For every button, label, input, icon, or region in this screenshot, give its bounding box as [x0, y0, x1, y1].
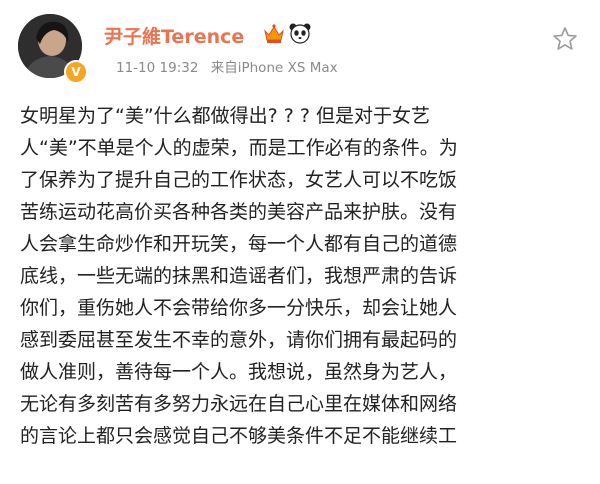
star-icon[interactable]	[552, 26, 578, 52]
post-body-line: 感到委屈甚至发生不幸的意外，请你们拥有最起码的	[20, 329, 458, 351]
post-body-line: 无论有多刻苦有多努力永远在自己心里在媒体和网络	[20, 393, 458, 415]
post-body-line: 了保养为了提升自己的工作状态，女艺人可以不吃饭	[20, 169, 458, 191]
verified-icon: V	[64, 60, 88, 84]
post-body-line: 人会拿生命炒作和开玩笑，每一个人都有自己的道德	[20, 233, 458, 255]
post-body-line: 苦练运动花高价买各种各类的美容产品来护肤。没有	[20, 201, 458, 223]
post-source: 来自iPhone XS Max	[210, 60, 338, 76]
panda-icon	[289, 23, 311, 44]
vip-crown-icon	[264, 24, 284, 43]
post-body-line: 底线，一些无端的抹黑和造谣者们，我想严肃的告诉	[20, 265, 458, 287]
post-body-line: 你们，重伤她人不会带给你多一分快乐，却会让她人	[20, 297, 458, 319]
post-body-line: 做人准则，善待每一个人。我想说，虽然身为艺人，	[20, 361, 458, 383]
weibo-post: V 尹子維Terence 11-10 19:32 来自iPhone XS Max…	[0, 0, 600, 484]
post-meta: 11-10 19:32 来自iPhone XS Max	[116, 56, 346, 76]
post-body: 女明星为了“美”什么都做得出? ? ? 但是对于女艺 人“美”不单是个人的虚荣，…	[20, 100, 586, 452]
post-timestamp[interactable]: 11-10 19:32	[116, 60, 198, 76]
post-body-line: 女明星为了“美”什么都做得出? ? ? 但是对于女艺	[20, 105, 431, 127]
author-name[interactable]: 尹子維Terence	[104, 22, 244, 49]
post-body-line: 人“美”不单是个人的虚荣，而是工作必有的条件。为	[20, 137, 458, 159]
post-body-line: 的言论上都只会感觉自己不够美条件不足不能继续工	[20, 425, 458, 447]
